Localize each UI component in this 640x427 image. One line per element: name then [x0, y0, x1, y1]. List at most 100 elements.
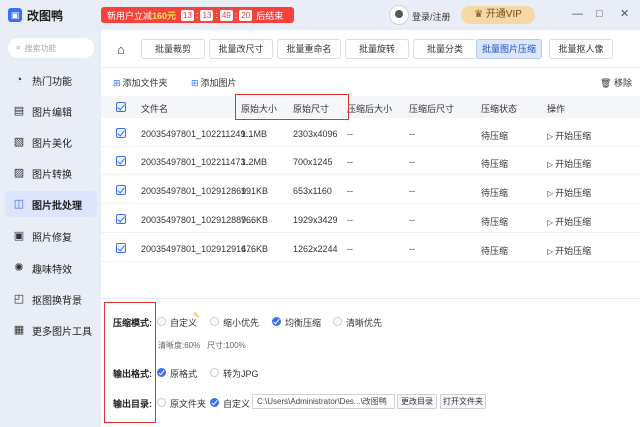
row-checkbox[interactable]	[116, 156, 126, 166]
home-icon[interactable]: ⌂	[117, 42, 125, 57]
format-jpg-label[interactable]: 转为JPG	[223, 367, 259, 380]
mode-clarity-label[interactable]: 清晰优先	[346, 316, 382, 329]
cell-original-size: 1.2MB	[241, 157, 268, 167]
tab-batch-crop[interactable]: 批量裁剪	[141, 39, 205, 59]
cell-filename: 20035497801_102912869...	[141, 186, 254, 196]
sidebar-item-beautify[interactable]: ▧ 图片美化	[5, 129, 97, 155]
sidebar-item-hot[interactable]: ◔ 热门功能	[5, 67, 97, 93]
promo-prefix: 新用户立减	[107, 10, 153, 21]
vip-label: 开通VIP	[485, 9, 522, 20]
add-image-icon: ⊞	[191, 78, 199, 88]
sidebar-item-edit[interactable]: ▤ 图片编辑	[5, 98, 97, 124]
sidebar-item-batch[interactable]: ◫ 图片批处理	[5, 191, 97, 217]
highlight-box-headers	[235, 94, 349, 120]
sidebar-item-more-tools[interactable]: ▦ 更多图片工具	[5, 317, 97, 343]
convert-icon: ▨	[13, 167, 25, 179]
sidebar: ⌕ 搜索功能 ◔ 热门功能 ▤ 图片编辑 ▧ 图片美化 ▨ 图片转换 ◫ 图片批处理 ▣ 照…	[0, 30, 101, 427]
mode-clarity-radio[interactable]	[333, 317, 342, 326]
sidebar-item-repair[interactable]: ▣ 照片修复	[5, 223, 97, 249]
select-all-checkbox[interactable]	[116, 102, 126, 112]
clarity-value: 清晰度:60%	[158, 341, 201, 350]
search-input[interactable]: ⌕ 搜索功能	[8, 38, 94, 58]
sidebar-item-effects[interactable]: ✺ 趣味特效	[5, 255, 97, 281]
start-compress-button[interactable]: ▷ 开始压缩	[547, 215, 591, 228]
more-tools-icon: ▦	[13, 324, 25, 336]
row-checkbox[interactable]	[116, 243, 126, 253]
login-link[interactable]: 登录/注册	[412, 10, 451, 23]
row-checkbox[interactable]	[116, 214, 126, 224]
tab-bar: ⌂ 批量裁剪 批量改尺寸 批量重命名 批量旋转 批量分类 批量图片压缩 批量抠人…	[101, 30, 640, 68]
edit-pencil-icon[interactable]: ✎	[193, 311, 200, 320]
promo-seconds: 49	[219, 9, 233, 21]
mode-shrink-label[interactable]: 缩小优先	[223, 316, 259, 329]
tab-batch-classify[interactable]: 批量分类	[413, 39, 477, 59]
row-checkbox[interactable]	[116, 185, 126, 195]
promo-price: 160元	[152, 10, 177, 21]
promo-minutes: 13	[200, 9, 214, 21]
dir-original-label[interactable]: 原文件夹	[170, 397, 206, 410]
toolbar: ⊞ 添加文件夹 ⊞ 添加图片 🗑︎ 移除	[101, 70, 640, 92]
avatar[interactable]	[389, 5, 409, 25]
change-dir-button[interactable]: 更改目录	[397, 394, 437, 409]
tab-batch-compress[interactable]: 批量图片压缩	[476, 39, 542, 59]
promo-hours: 13	[181, 9, 194, 21]
promo-ms: 20	[239, 9, 253, 21]
start-compress-button[interactable]: ▷ 开始压缩	[547, 129, 591, 142]
header-status: 压缩状态	[481, 104, 518, 114]
size-value: 尺寸:100%	[207, 341, 246, 350]
app-logo-icon: ▣	[8, 8, 22, 22]
play-icon: ▷	[547, 132, 554, 141]
cell-status: 待压缩	[481, 188, 509, 198]
tab-batch-rename[interactable]: 批量重命名	[277, 39, 341, 59]
trash-icon: 🗑︎	[600, 78, 614, 88]
table-row[interactable]: 20035497801_102912869... 191KB 653x1160 …	[101, 177, 640, 204]
start-compress-button[interactable]: ▷ 开始压缩	[547, 157, 591, 170]
hot-icon: ◔	[15, 74, 23, 86]
sidebar-item-cutout[interactable]: ◰ 抠图换背景	[5, 286, 97, 312]
header-filename: 文件名	[141, 104, 169, 114]
output-path-field[interactable]: C:\Users\Administrator\Des...\改图鸭	[252, 394, 395, 409]
format-original-radio[interactable]	[157, 368, 166, 377]
effects-icon: ✺	[14, 262, 24, 274]
table-row[interactable]: 20035497801_102211249... 1.1MB 2303x4096…	[101, 120, 640, 147]
tab-batch-rotate[interactable]: 批量旋转	[345, 39, 409, 59]
table-row[interactable]: 20035497801_102912914... 676KB 1262x2244…	[101, 235, 640, 262]
cell-compressed-dimensions: --	[409, 244, 415, 254]
add-image-button[interactable]: ⊞ 添加图片	[191, 76, 237, 89]
mode-shrink-radio[interactable]	[210, 317, 219, 326]
minimize-button[interactable]: —	[572, 8, 583, 20]
play-icon: ▷	[547, 160, 554, 169]
format-jpg-radio[interactable]	[210, 368, 219, 377]
dir-custom-radio[interactable]	[210, 398, 219, 407]
maximize-button[interactable]: □	[596, 8, 603, 20]
tab-batch-resize[interactable]: 批量改尺寸	[209, 39, 273, 59]
mode-custom-radio[interactable]	[157, 317, 166, 326]
sidebar-item-convert[interactable]: ▨ 图片转换	[5, 160, 97, 186]
format-original-label[interactable]: 原格式	[170, 367, 197, 380]
cell-compressed-dimensions: --	[409, 215, 415, 225]
tab-batch-portrait[interactable]: 批量抠人像	[549, 39, 613, 59]
vip-button[interactable]: ♛ 开通VIP	[461, 6, 535, 24]
remove-button[interactable]: 🗑︎ 移除	[600, 76, 632, 89]
dir-custom-label[interactable]: 自定义	[223, 397, 250, 410]
add-folder-button[interactable]: ⊞ 添加文件夹	[113, 76, 168, 89]
mode-balanced-label[interactable]: 均衡压缩	[285, 316, 321, 329]
mode-balanced-radio[interactable]	[272, 317, 281, 326]
app-name: 改图鸭	[27, 8, 64, 23]
open-folder-button[interactable]: 打开文件夹	[440, 394, 486, 409]
cell-original-dimensions: 653x1160	[293, 186, 332, 196]
close-button[interactable]: ✕	[620, 8, 629, 20]
cell-compressed-size: --	[347, 244, 353, 254]
start-compress-button[interactable]: ▷ 开始压缩	[547, 244, 591, 257]
cutout-icon: ◰	[13, 293, 25, 305]
dir-original-radio[interactable]	[157, 398, 166, 407]
cell-original-size: 1.1MB	[241, 129, 268, 139]
row-checkbox[interactable]	[116, 128, 126, 138]
cell-status: 待压缩	[481, 159, 509, 169]
table-row[interactable]: 20035497801_102912889... 766KB 1929x3429…	[101, 206, 640, 233]
table-row[interactable]: 20035497801_102211473... 1.2MB 700x1245 …	[101, 148, 640, 175]
promo-banner[interactable]: 新用户立减 160元 13: 13: 49: 20 后结束	[101, 7, 294, 23]
start-compress-button[interactable]: ▷ 开始压缩	[547, 186, 591, 199]
beautify-icon: ▧	[13, 136, 25, 148]
play-icon: ▷	[547, 218, 554, 227]
